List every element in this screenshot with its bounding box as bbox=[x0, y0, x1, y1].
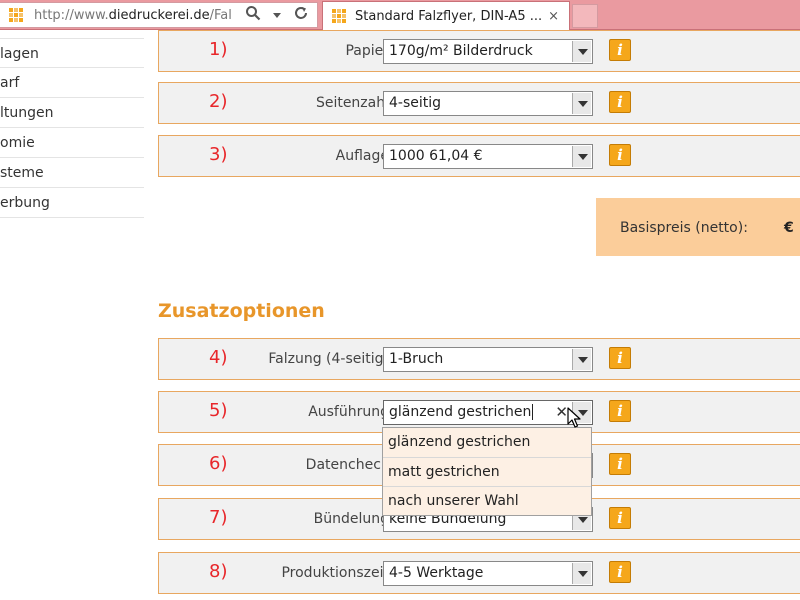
search-icon[interactable] bbox=[244, 5, 262, 25]
info-icon[interactable]: i bbox=[609, 453, 631, 475]
mouse-pointer-icon bbox=[567, 407, 581, 429]
info-icon[interactable]: i bbox=[609, 507, 631, 529]
dropdown-option[interactable]: nach unserer Wahl bbox=[383, 486, 591, 515]
option-label: Datencheck bbox=[305, 457, 389, 473]
option-row-produktionszeit: 8) Produktionszeit 4-5 Werktage i bbox=[158, 552, 800, 594]
step-number: 3) bbox=[209, 144, 228, 165]
info-icon[interactable]: i bbox=[609, 347, 631, 369]
ausfuehrung-select[interactable]: glänzend gestrichen ✕ bbox=[383, 400, 593, 425]
refresh-icon[interactable] bbox=[292, 5, 310, 25]
info-icon[interactable]: i bbox=[609, 400, 631, 422]
info-icon[interactable]: i bbox=[609, 91, 631, 113]
tab-title: Standard Falzflyer, DIN-A5 ... bbox=[355, 8, 543, 24]
tab-close-icon[interactable]: × bbox=[548, 9, 559, 24]
step-number: 6) bbox=[209, 453, 228, 474]
option-row-auflage: 3) Auflage 1000 61,04 € i bbox=[158, 135, 800, 177]
nav-item[interactable]: ltungen bbox=[0, 98, 144, 128]
option-row-falzung: 4) Falzung (4-seitig) 1-Bruch i bbox=[158, 338, 800, 380]
step-number: 7) bbox=[209, 507, 228, 528]
left-navigation: lagen arf ltungen omie steme erbung bbox=[0, 38, 144, 218]
step-number: 4) bbox=[209, 347, 228, 368]
option-row-seitenzahl: 2) Seitenzahl 4-seitig i bbox=[158, 82, 800, 124]
option-label: Ausführung bbox=[308, 404, 389, 420]
text-caret bbox=[532, 404, 534, 420]
nav-item[interactable]: steme bbox=[0, 158, 144, 188]
seitenzahl-select[interactable]: 4-seitig bbox=[383, 91, 593, 116]
step-number: 2) bbox=[209, 91, 228, 112]
price-value: € . bbox=[784, 220, 800, 236]
dropdown-arrow-icon[interactable] bbox=[268, 6, 286, 24]
address-bar[interactable]: http://www.diedruckerei.de/Fal bbox=[0, 2, 318, 28]
option-label: Bündelung bbox=[313, 511, 389, 527]
dropdown-option[interactable]: matt gestrichen bbox=[383, 457, 591, 486]
nav-item[interactable]: arf bbox=[0, 68, 144, 98]
option-label: Produktionszeit bbox=[281, 565, 389, 581]
step-number: 5) bbox=[209, 400, 228, 421]
section-heading: Zusatzoptionen bbox=[158, 300, 325, 322]
info-icon[interactable]: i bbox=[609, 561, 631, 583]
produktionszeit-select[interactable]: 4-5 Werktage bbox=[383, 561, 593, 586]
chevron-down-icon[interactable] bbox=[572, 93, 591, 114]
select-value: 1000 61,04 € bbox=[389, 148, 483, 164]
select-value: 4-5 Werktage bbox=[389, 565, 484, 581]
browser-tab[interactable]: Standard Falzflyer, DIN-A5 ... × bbox=[322, 1, 570, 30]
select-value[interactable]: glänzend gestrichen bbox=[389, 404, 531, 420]
falzung-select[interactable]: 1-Bruch bbox=[383, 347, 593, 372]
option-row-papier: 1) Papier 170g/m² Bilderdruck i bbox=[158, 30, 800, 72]
chevron-down-icon[interactable] bbox=[572, 563, 591, 584]
option-label: Seitenzahl bbox=[315, 95, 389, 111]
site-favicon-icon bbox=[8, 7, 24, 23]
dropdown-option[interactable]: glänzend gestrichen bbox=[383, 428, 591, 457]
price-box: Basispreis (netto): € . bbox=[596, 198, 800, 256]
auflage-select[interactable]: 1000 61,04 € bbox=[383, 144, 593, 169]
browser-chrome: http://www.diedruckerei.de/Fal Standard … bbox=[0, 0, 800, 30]
select-value: 1-Bruch bbox=[389, 351, 444, 367]
nav-item[interactable]: erbung bbox=[0, 188, 144, 218]
option-label: Falzung (4-seitig) bbox=[268, 351, 389, 367]
info-icon[interactable]: i bbox=[609, 39, 631, 61]
step-number: 1) bbox=[209, 39, 228, 60]
url-text[interactable]: http://www.diedruckerei.de/Fal bbox=[34, 8, 238, 23]
info-icon[interactable]: i bbox=[609, 144, 631, 166]
nav-item[interactable]: lagen bbox=[0, 38, 144, 68]
tab-favicon-icon bbox=[331, 8, 347, 24]
new-tab-button[interactable] bbox=[572, 4, 598, 28]
papier-select[interactable]: 170g/m² Bilderdruck bbox=[383, 39, 593, 64]
option-label: Auflage bbox=[335, 148, 389, 164]
url-domain: diedruckerei.de bbox=[108, 7, 210, 23]
nav-item[interactable]: omie bbox=[0, 128, 144, 158]
select-value: 4-seitig bbox=[389, 95, 442, 111]
chevron-down-icon[interactable] bbox=[572, 41, 591, 62]
price-label: Basispreis (netto): bbox=[620, 220, 748, 236]
step-number: 8) bbox=[209, 561, 228, 582]
chevron-down-icon[interactable] bbox=[572, 349, 591, 370]
select-value: 170g/m² Bilderdruck bbox=[389, 43, 533, 59]
chevron-down-icon[interactable] bbox=[572, 146, 591, 167]
ausfuehrung-dropdown-list: glänzend gestrichen matt gestrichen nach… bbox=[382, 427, 592, 516]
